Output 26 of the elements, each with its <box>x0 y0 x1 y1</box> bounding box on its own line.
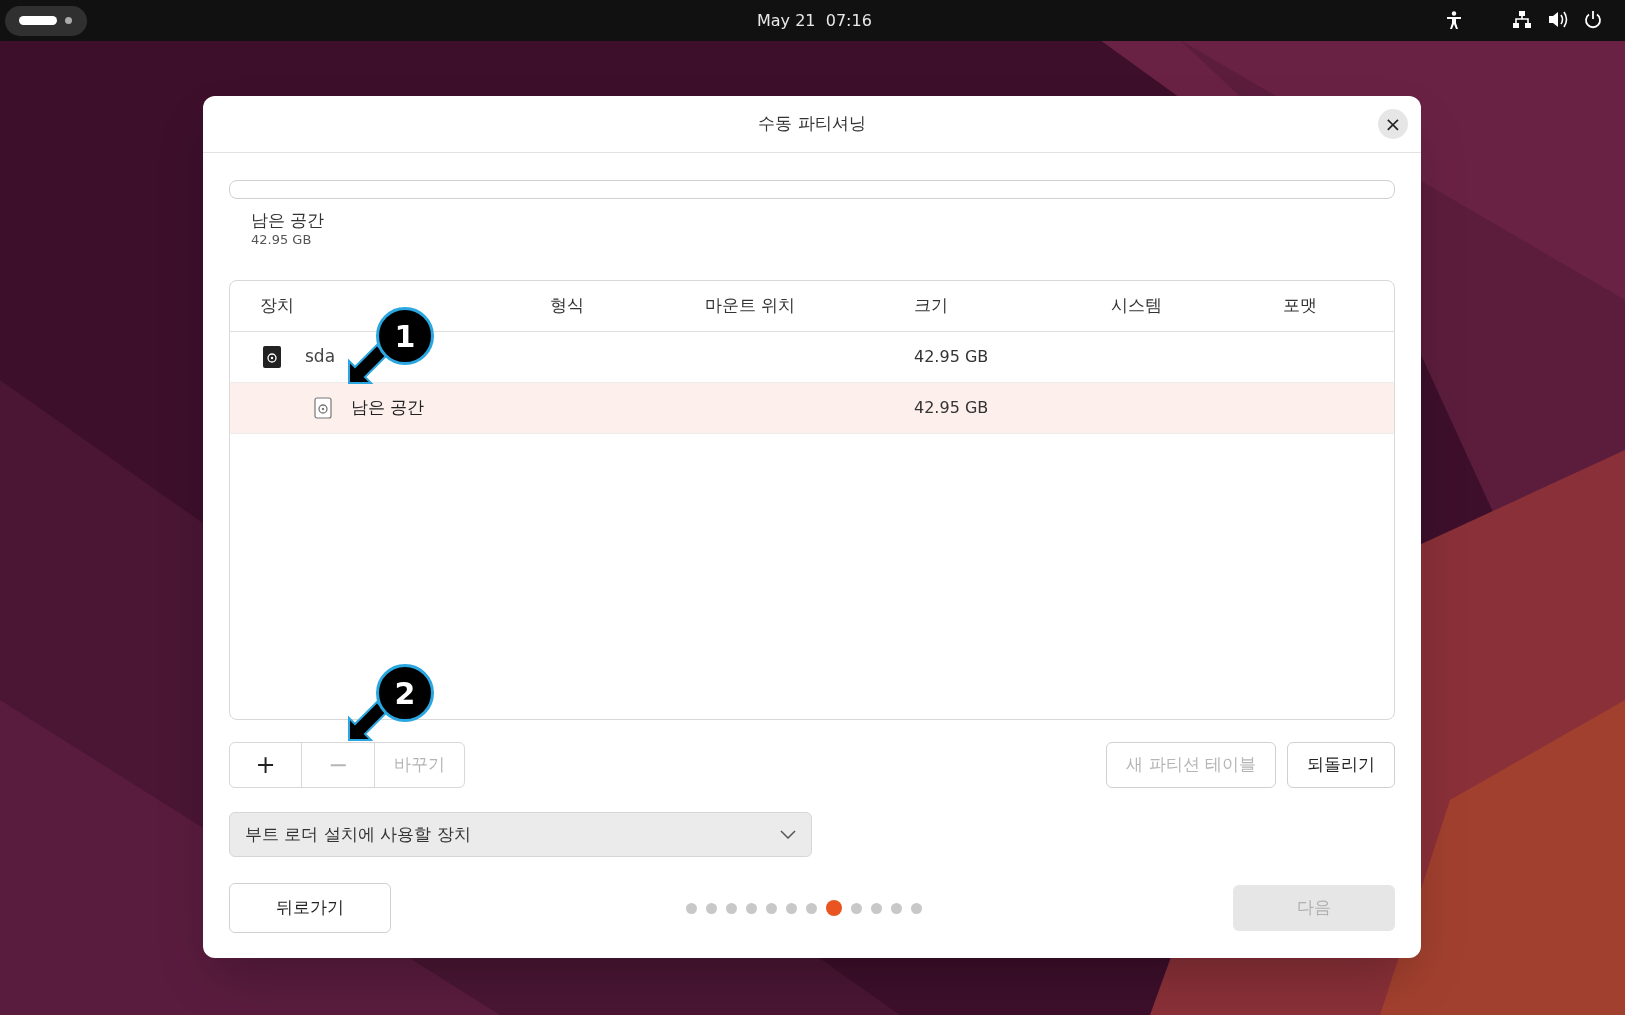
size-cell-text: 42.95 GB <box>914 346 990 368</box>
accessibility-icon[interactable] <box>1446 11 1462 29</box>
device-name: 남은 공간 <box>351 396 425 420</box>
column-header: 장치 <box>259 294 295 318</box>
column-header: 크기 <box>914 294 949 318</box>
column-header: 형식 <box>550 294 585 318</box>
add-button[interactable]: + <box>230 743 301 787</box>
column-header: 마운트 위치 <box>705 294 797 318</box>
partition-row[interactable]: 남은 공간 42.95 GB <box>230 383 1394 434</box>
back-button[interactable]: 뒤로가기 <box>229 883 391 933</box>
device-name: sda <box>305 345 336 369</box>
chevron-down-icon <box>780 830 796 839</box>
dialog-title: 수동 파티셔닝 <box>758 112 866 136</box>
activities-button[interactable] <box>5 5 87 36</box>
usage-size: 42.95 GB <box>251 231 313 248</box>
volume-icon[interactable] <box>1549 11 1568 28</box>
usage-label: 남은 공간 <box>251 209 326 231</box>
column-header: 시스템 <box>1111 294 1163 318</box>
network-icon[interactable] <box>1513 11 1531 28</box>
revert-button[interactable]: 되돌리기 <box>1287 742 1395 788</box>
column-header: 포맷 <box>1283 294 1318 318</box>
bootloader-dropdown[interactable]: 부트 로더 설치에 사용할 장치 <box>229 812 812 857</box>
clock[interactable]: May 21 07:16 <box>757 9 872 33</box>
power-icon[interactable] <box>1584 10 1602 29</box>
size-cell-text: 42.95 GB <box>914 397 990 419</box>
close-button[interactable]: × <box>1378 109 1408 139</box>
